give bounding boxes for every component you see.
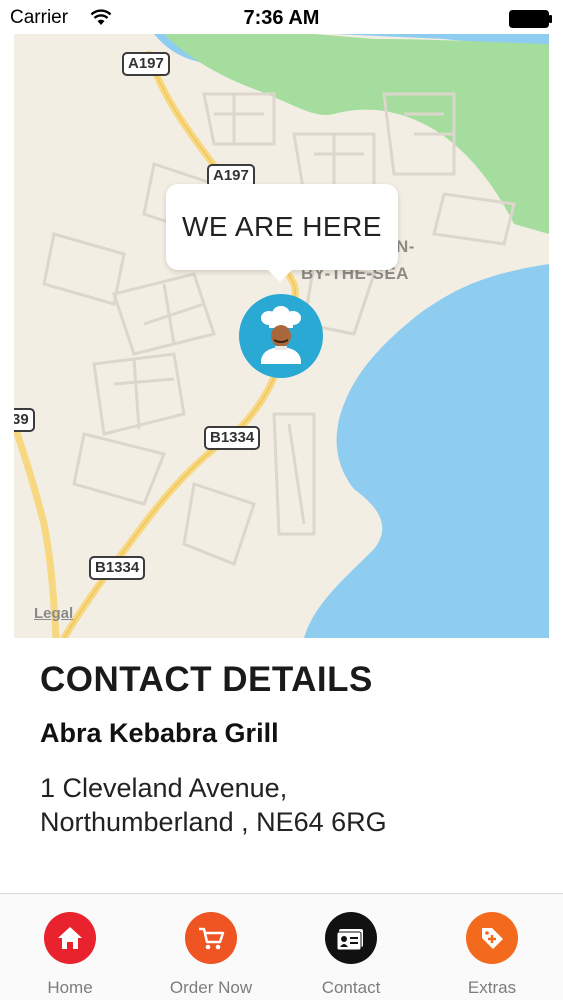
road-label-b1334-north: B1334 xyxy=(204,426,261,450)
place-label-partial: N- xyxy=(396,237,415,256)
map-legal-link[interactable]: Legal xyxy=(34,605,73,622)
tag-plus-icon xyxy=(466,912,518,964)
tab-order-now[interactable]: Order Now xyxy=(141,894,281,1000)
callout-text: WE ARE HERE xyxy=(182,211,382,242)
contact-details-section: CONTACT DETAILS Abra Kebabra Grill 1 Cle… xyxy=(40,660,540,839)
tab-home-label: Home xyxy=(47,978,93,997)
contact-heading: CONTACT DETAILS xyxy=(40,660,373,699)
address-line-1: 1 Cleveland Avenue, xyxy=(40,773,288,803)
battery-icon xyxy=(509,10,552,28)
road-label-b1334-south: B1334 xyxy=(89,556,146,580)
tab-home[interactable]: Home xyxy=(0,894,140,1000)
home-icon xyxy=(44,912,96,964)
status-bar: Carrier 7:36 AM xyxy=(0,0,563,34)
address-line-2: Northumberland , NE64 6RG xyxy=(40,807,387,837)
road-label-a197-north: A197 xyxy=(122,52,170,76)
status-time: 7:36 AM xyxy=(243,7,320,29)
business-address: 1 Cleveland Avenue, Northumberland , NE6… xyxy=(40,771,540,839)
tab-extras-label: Extras xyxy=(467,978,517,997)
tab-contact[interactable]: Contact xyxy=(281,894,421,1000)
location-callout[interactable]: WE ARE HERE xyxy=(166,184,398,282)
contact-card-icon xyxy=(325,912,377,964)
chef-location-pin-icon[interactable] xyxy=(239,294,323,378)
location-map[interactable]: A197 A197 B1334 B1334 39 N- BY-THE-SEA L… xyxy=(14,34,549,638)
tab-bar: Home Order Now Contact Extras xyxy=(0,893,563,1000)
tab-extras[interactable]: Extras xyxy=(422,894,562,1000)
tab-contact-label: Contact xyxy=(321,978,381,997)
tab-order-now-label: Order Now xyxy=(169,978,253,997)
business-name: Abra Kebabra Grill xyxy=(40,718,279,748)
cart-icon xyxy=(185,912,237,964)
road-label-partial: 39 xyxy=(14,408,35,432)
